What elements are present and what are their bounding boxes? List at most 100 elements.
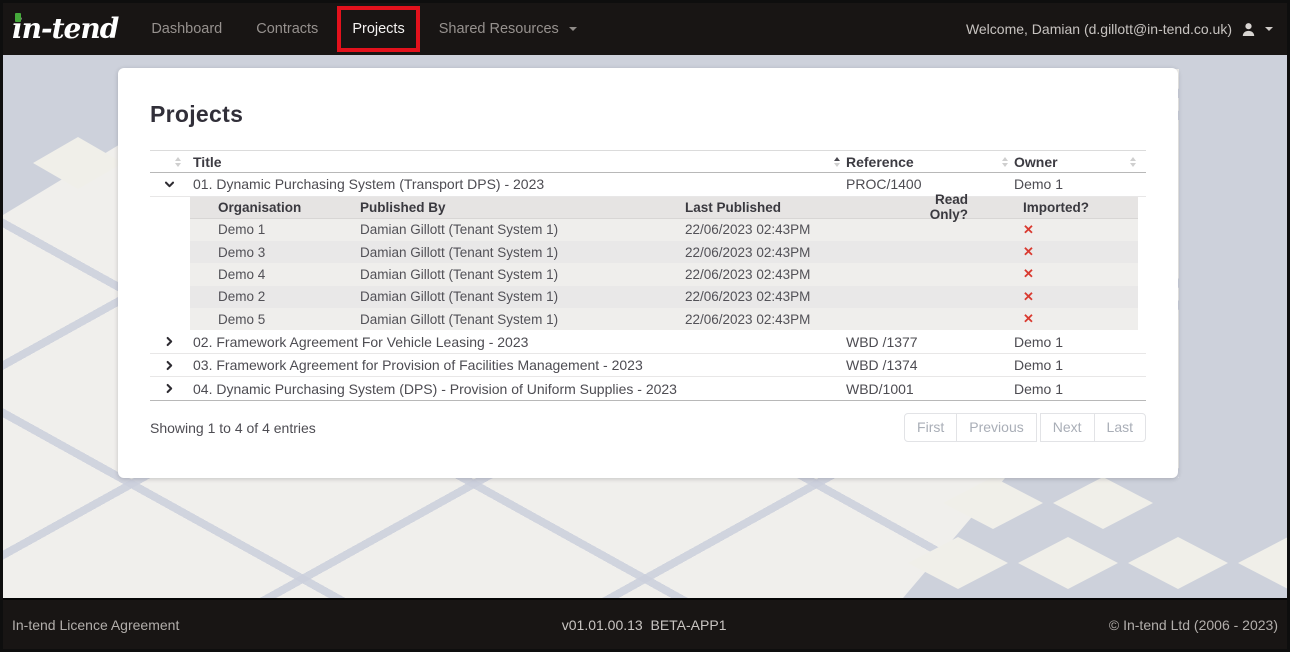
chevron-right-icon xyxy=(163,335,176,348)
main-nav: Dashboard Contracts Projects Shared Reso… xyxy=(134,3,594,55)
published-by: Damian Gillott (Tenant System 1) xyxy=(360,312,685,327)
project-title: 03. Framework Agreement for Provision of… xyxy=(193,357,846,373)
sort-icon xyxy=(175,157,181,167)
project-reference: WBD /1377 xyxy=(846,334,1014,350)
project-reference: PROC/1400 xyxy=(846,176,1014,192)
column-header-expand[interactable] xyxy=(150,157,193,167)
not-imported-icon: ✕ xyxy=(1023,289,1034,304)
account-menu[interactable]: Welcome, Damian (d.gillott@in-tend.co.uk… xyxy=(966,21,1273,37)
published-by: Damian Gillott (Tenant System 1) xyxy=(360,245,685,260)
nav-item-contracts[interactable]: Contracts xyxy=(244,3,330,55)
licence-agreement-link[interactable]: In-tend Licence Agreement xyxy=(12,617,179,633)
nav-item-projects-label: Projects xyxy=(352,21,404,37)
not-imported-icon: ✕ xyxy=(1023,266,1034,281)
published-organisations-subtable: Organisation Published By Last Published… xyxy=(190,197,1138,331)
chevron-right-icon xyxy=(163,359,176,372)
subtable-header-row: Organisation Published By Last Published… xyxy=(190,197,1138,219)
subtable-row: Demo 4 Damian Gillott (Tenant System 1) … xyxy=(190,263,1138,285)
not-imported-icon: ✕ xyxy=(1023,311,1034,326)
copyright-text: © In-tend Ltd (2006 - 2023) xyxy=(1109,617,1278,633)
pagination-last-button[interactable]: Last xyxy=(1094,413,1146,443)
pagination-next-button[interactable]: Next xyxy=(1040,413,1095,443)
column-header-title-label: Title xyxy=(193,154,222,170)
subtable-row: Demo 2 Damian Gillott (Tenant System 1) … xyxy=(190,286,1138,308)
project-title: 02. Framework Agreement For Vehicle Leas… xyxy=(193,334,846,350)
project-reference: WBD/1001 xyxy=(846,381,1014,397)
table-row[interactable]: 03. Framework Agreement for Provision of… xyxy=(150,354,1146,378)
navbar: in-tend Dashboard Contracts Projects Sha… xyxy=(3,3,1287,55)
subcolumn-read-only: Read Only? xyxy=(897,192,968,222)
project-title: 04. Dynamic Purchasing System (DPS) - Pr… xyxy=(193,381,846,397)
projects-table: Title Reference Owner xyxy=(150,150,1146,442)
subtable-row: Demo 1 Damian Gillott (Tenant System 1) … xyxy=(190,219,1138,241)
column-header-title[interactable]: Title xyxy=(193,154,846,170)
pagination-previous-button[interactable]: Previous xyxy=(956,413,1036,443)
user-icon xyxy=(1241,22,1256,37)
entries-info: Showing 1 to 4 of 4 entries xyxy=(150,420,316,436)
logo-green-dot xyxy=(15,13,21,22)
project-title: 01. Dynamic Purchasing System (Transport… xyxy=(193,176,846,192)
column-header-reference[interactable]: Reference xyxy=(846,154,1014,170)
published-by: Damian Gillott (Tenant System 1) xyxy=(360,222,685,237)
subcolumn-imported: Imported? xyxy=(1023,200,1089,215)
last-published: 22/06/2023 02:43PM xyxy=(685,289,897,304)
welcome-text: Welcome, Damian (d.gillott@in-tend.co.uk… xyxy=(966,21,1232,37)
logo[interactable]: in-tend xyxy=(12,15,118,43)
row-expander[interactable] xyxy=(150,382,193,395)
not-imported-icon: ✕ xyxy=(1023,222,1034,237)
last-published: 22/06/2023 02:43PM xyxy=(685,267,897,282)
table-header-row: Title Reference Owner xyxy=(150,150,1146,173)
subcolumn-last-published: Last Published xyxy=(685,200,897,215)
chevron-down-icon xyxy=(163,178,176,191)
organisation: Demo 5 xyxy=(190,312,360,327)
table-row[interactable]: 02. Framework Agreement For Vehicle Leas… xyxy=(150,330,1146,354)
column-header-owner[interactable]: Owner xyxy=(1014,154,1142,170)
organisation: Demo 2 xyxy=(190,289,360,304)
table-footer: Showing 1 to 4 of 4 entries First Previo… xyxy=(150,413,1146,443)
table-row[interactable]: 04. Dynamic Purchasing System (DPS) - Pr… xyxy=(150,377,1146,401)
pagination: First Previous Next Last xyxy=(904,413,1146,443)
project-owner: Demo 1 xyxy=(1014,334,1142,350)
footer: In-tend Licence Agreement v01.01.00.13 B… xyxy=(3,598,1287,649)
chevron-down-icon xyxy=(1265,27,1273,31)
pagination-first-button[interactable]: First xyxy=(904,413,957,443)
not-imported-icon: ✕ xyxy=(1023,244,1034,259)
nav-item-shared-resources[interactable]: Shared Resources xyxy=(427,3,589,55)
subcolumn-organisation: Organisation xyxy=(190,200,360,215)
subtable-row: Demo 3 Damian Gillott (Tenant System 1) … xyxy=(190,241,1138,263)
row-expander[interactable] xyxy=(150,178,193,191)
page-title: Projects xyxy=(150,101,1146,128)
row-expander[interactable] xyxy=(150,335,193,348)
chevron-down-icon xyxy=(569,27,577,31)
page-background: Projects Title Reference xyxy=(3,55,1287,598)
table-row[interactable]: 01. Dynamic Purchasing System (Transport… xyxy=(150,173,1146,197)
published-by: Damian Gillott (Tenant System 1) xyxy=(360,267,685,282)
nav-item-dashboard[interactable]: Dashboard xyxy=(139,3,234,55)
nav-item-projects[interactable]: Projects xyxy=(340,3,416,55)
project-owner: Demo 1 xyxy=(1014,357,1142,373)
version-text: v01.01.00.13 BETA-APP1 xyxy=(562,617,727,633)
row-expander[interactable] xyxy=(150,359,193,372)
organisation: Demo 3 xyxy=(190,245,360,260)
logo-text: in-tend xyxy=(12,12,118,45)
organisation: Demo 1 xyxy=(190,222,360,237)
project-reference: WBD /1374 xyxy=(846,357,1014,373)
chevron-right-icon xyxy=(163,382,176,395)
organisation: Demo 4 xyxy=(190,267,360,282)
sort-icon xyxy=(1002,157,1008,167)
app-window: in-tend Dashboard Contracts Projects Sha… xyxy=(0,0,1290,652)
nav-item-shared-resources-label: Shared Resources xyxy=(439,21,559,37)
published-by: Damian Gillott (Tenant System 1) xyxy=(360,289,685,304)
sort-ascending-icon xyxy=(834,157,840,167)
projects-card: Projects Title Reference xyxy=(118,68,1178,478)
last-published: 22/06/2023 02:43PM xyxy=(685,222,897,237)
subcolumn-published-by: Published By xyxy=(360,200,685,215)
subtable-body: Demo 1 Damian Gillott (Tenant System 1) … xyxy=(190,219,1138,331)
last-published: 22/06/2023 02:43PM xyxy=(685,312,897,327)
last-published: 22/06/2023 02:43PM xyxy=(685,245,897,260)
sort-icon xyxy=(1130,157,1136,167)
column-header-reference-label: Reference xyxy=(846,154,914,170)
project-owner: Demo 1 xyxy=(1014,176,1142,192)
column-header-owner-label: Owner xyxy=(1014,154,1058,170)
project-owner: Demo 1 xyxy=(1014,381,1142,397)
